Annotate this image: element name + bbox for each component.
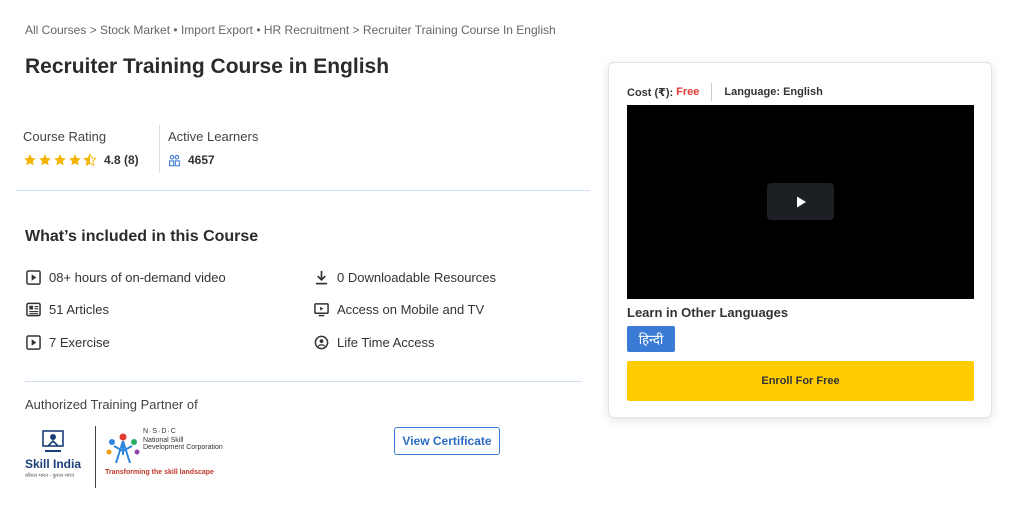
article-icon — [25, 301, 41, 317]
breadcrumb: All Courses > Stock Market • Import Expo… — [25, 23, 556, 37]
breadcrumb-separator: > — [86, 23, 101, 37]
skill-india-logo: Skill India कौशल भारत - कुशल भारत — [25, 426, 91, 488]
feature-item: 51 Articles — [25, 301, 109, 317]
exercise-play-icon — [25, 334, 41, 350]
breadcrumb-separator: > — [349, 23, 363, 37]
nsdc-logo: N·S·D·C National Skill Development Corpo… — [105, 428, 225, 484]
star-icon — [69, 154, 81, 166]
half-star-icon — [83, 153, 97, 167]
enroll-button[interactable]: Enroll For Free — [627, 361, 974, 401]
nsdc-emblem-icon — [106, 433, 140, 464]
feature-item: 7 Exercise — [25, 334, 110, 350]
course-meta: Cost (₹): Free Language: English — [627, 83, 823, 101]
feature-label: Access on Mobile and TV — [337, 301, 485, 317]
learners-label: Active Learners — [168, 129, 259, 144]
page-title: Recruiter Training Course in English — [25, 55, 390, 78]
feature-item: 0 Downloadable Resources — [313, 269, 496, 285]
skill-india-subtext: कौशल भारत - कुशल भारत — [25, 473, 75, 479]
feature-item: Access on Mobile and TV — [313, 301, 484, 317]
partner-label: Authorized Training Partner of — [25, 397, 198, 412]
feature-label: 7 Exercise — [49, 334, 110, 350]
feature-label: 0 Downloadable Resources — [337, 269, 496, 285]
play-icon — [796, 196, 806, 207]
video-player[interactable] — [627, 105, 974, 299]
active-learners: Active Learners 4657 — [159, 125, 258, 173]
cost-value: Free — [676, 86, 700, 98]
feature-item: 08+ hours of on-demand video — [25, 269, 226, 285]
star-rating — [23, 153, 98, 167]
partner-logos: Skill India कौशल भारत - कुशल भारत N·S·D·… — [25, 426, 225, 488]
view-certificate-button[interactable]: View Certificate — [394, 427, 500, 455]
feature-label: 08+ hours of on-demand video — [49, 269, 226, 285]
nsdc-name: National Skill Development Corporation — [143, 437, 223, 451]
star-icon — [54, 154, 66, 166]
nsdc-tagline: Transforming the skill landscape — [105, 469, 214, 476]
breadcrumb-separator: • — [170, 23, 181, 37]
tv-icon — [313, 301, 329, 317]
breadcrumb-item-import-export[interactable]: Import Export — [181, 23, 253, 37]
star-icon — [39, 154, 51, 166]
lifetime-icon — [313, 334, 329, 350]
section-divider — [25, 381, 582, 382]
skill-india-text: Skill India — [25, 457, 82, 471]
course-stats: Course Rating 4.8 (8) Active Learners 46… — [16, 125, 590, 191]
learners-value: 4657 — [188, 153, 215, 167]
rating-label: Course Rating — [23, 129, 107, 144]
skill-india-emblem-icon — [42, 430, 64, 452]
learners-icon — [169, 154, 180, 166]
breadcrumb-item-current: Recruiter Training Course In English — [362, 23, 556, 37]
video-play-icon — [25, 269, 41, 285]
hindi-language-button[interactable]: हिन्दी — [627, 326, 675, 352]
star-icon — [24, 154, 36, 166]
feature-label: Life Time Access — [337, 334, 435, 350]
breadcrumb-item-stock-market[interactable]: Stock Market — [100, 23, 170, 37]
logo-divider — [95, 426, 96, 488]
nsdc-title: N·S·D·C — [143, 428, 177, 435]
course-rating: Course Rating 4.8 (8) — [23, 125, 139, 167]
cost-label: Cost (₹): — [627, 86, 674, 99]
breadcrumb-item-all-courses[interactable]: All Courses — [25, 23, 86, 37]
play-button[interactable] — [767, 183, 834, 220]
download-icon — [313, 269, 329, 285]
course-card: Cost (₹): Free Language: English Learn i… — [608, 62, 992, 418]
other-languages-label: Learn in Other Languages — [627, 305, 789, 320]
rating-value: 4.8 (8) — [104, 153, 139, 167]
breadcrumb-separator: • — [252, 23, 264, 37]
cost: Cost (₹): Free — [627, 83, 713, 101]
language-label: Language: English — [724, 86, 823, 98]
included-title: What’s included in this Course — [25, 228, 259, 245]
feature-item: Life Time Access — [313, 334, 435, 350]
feature-label: 51 Articles — [49, 301, 109, 317]
breadcrumb-item-hr-recruitment[interactable]: HR Recruitment — [264, 23, 349, 37]
